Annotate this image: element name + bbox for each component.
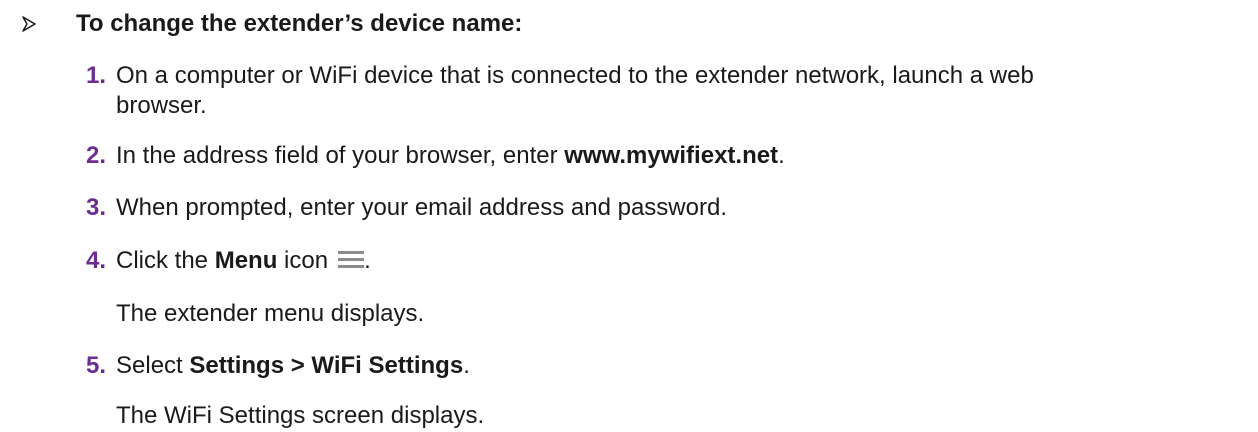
step-3: 3. When prompted, enter your email addres…	[86, 192, 727, 224]
step-text: In the address field of your browser, en…	[116, 142, 565, 169]
step-1-continuation: browser.	[116, 92, 207, 119]
step-number: 4.	[86, 247, 107, 274]
step-text: Select	[116, 352, 190, 379]
step-text-suffix: icon	[277, 247, 329, 274]
step-text: On a computer or WiFi device that is con…	[116, 62, 1034, 89]
menu-label: Menu	[214, 247, 278, 274]
step-punctuation: .	[463, 352, 470, 379]
url-text: www.mywifiext.net	[564, 142, 779, 169]
step-4: 4. Click the Menu icon.	[86, 245, 371, 277]
step-4-result: The extender menu displays.	[116, 300, 425, 327]
step-punctuation: .	[364, 247, 371, 274]
step-5: 5. Select Settings > WiFi Settings.	[86, 350, 470, 382]
step-number: 1.	[86, 62, 107, 89]
step-1: 1. On a computer or WiFi device that is c…	[86, 60, 1034, 92]
procedure-heading: To change the extender’s device name:	[22, 10, 522, 38]
step-2: 2. In the address field of your browser, …	[86, 140, 785, 172]
step-text: Click the	[116, 247, 215, 274]
step-text: When prompted, enter your email address …	[116, 194, 727, 221]
step-5-result: The WiFi Settings screen displays.	[116, 402, 485, 429]
settings-path: Settings > WiFi Settings	[189, 352, 464, 379]
step-number: 5.	[86, 352, 107, 379]
step-number: 3.	[86, 194, 107, 221]
hamburger-menu-icon	[338, 250, 365, 269]
arrow-bullet-icon	[22, 16, 36, 32]
heading-text: To change the extender’s device name:	[76, 10, 523, 37]
step-number: 2.	[86, 142, 107, 169]
step-punctuation: .	[778, 142, 785, 169]
